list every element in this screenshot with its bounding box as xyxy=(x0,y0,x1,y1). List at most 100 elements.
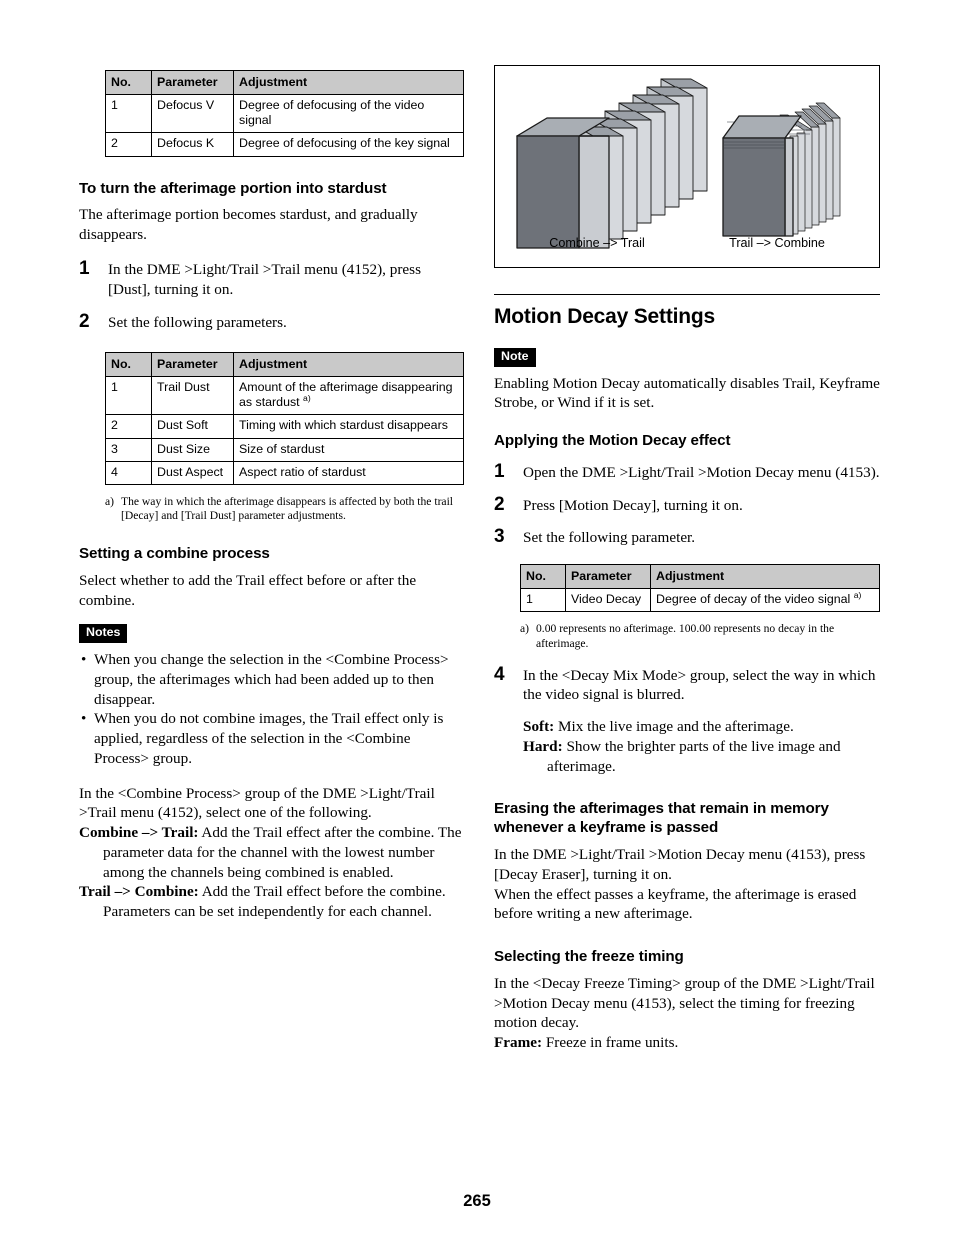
cell-parameter: Dust Size xyxy=(151,437,234,462)
footnote-text: The way in which the afterimage disappea… xyxy=(121,494,454,523)
table-row: 1 Defocus V Degree of defocusing of the … xyxy=(105,94,464,134)
cell-no: 3 xyxy=(105,437,152,462)
step-number: 4 xyxy=(494,663,505,685)
column-header-parameter: Parameter xyxy=(151,69,234,96)
combine-notes-list: When you change the selection in the <Co… xyxy=(79,650,464,769)
figure-caption-right: Trail –> Combine xyxy=(729,236,825,250)
table-row: 2 Defocus K Degree of defocusing of the … xyxy=(105,132,464,157)
definition-combine-trail: Combine –> Trail: Add the Trail effect a… xyxy=(79,823,464,882)
column-header-parameter: Parameter xyxy=(151,352,234,378)
page-number: 265 xyxy=(463,1192,491,1210)
notes-badge: Notes xyxy=(79,624,128,644)
list-item: When you do not combine images, the Trai… xyxy=(79,709,464,768)
document-page: No. Parameter Adjustment 1 Defocus V Deg… xyxy=(0,0,954,1244)
cell-adjustment-text: Degree of decay of the video signal xyxy=(656,592,854,607)
figure-caption-left: Combine –> Trail xyxy=(549,236,645,250)
cell-adjustment: Amount of the afterimage disappearing as… xyxy=(233,376,464,416)
step-text: In the <Decay Mix Mode> group, select th… xyxy=(523,666,876,704)
cell-parameter: Dust Soft xyxy=(151,414,234,439)
cell-adjustment: Degree of defocusing of the video signal xyxy=(233,94,464,134)
cell-no: 2 xyxy=(105,414,152,439)
freeze-paragraph: In the <Decay Freeze Timing> group of th… xyxy=(494,974,875,1032)
mix-mode-definitions: Soft: Mix the live image and the afterim… xyxy=(494,717,880,776)
step-number: 2 xyxy=(494,493,505,515)
motion-decay-note-text: Enabling Motion Decay automatically disa… xyxy=(494,374,880,412)
combine-trail-figure: Combine –> Trail Trail –> Combine xyxy=(494,65,880,268)
definition-text: Mix the live image and the afterimage. xyxy=(554,718,794,736)
cell-parameter: Trail Dust xyxy=(151,376,234,416)
cell-adjustment: Degree of defocusing of the key signal xyxy=(233,132,464,157)
definition-term: Combine –> Trail: xyxy=(79,824,199,842)
step-number: 1 xyxy=(79,257,90,279)
definition-term: Trail –> Combine: xyxy=(79,883,199,901)
combine-intro: Select whether to add the Trail effect b… xyxy=(79,571,417,609)
step-text: In the DME >Light/Trail >Trail menu (415… xyxy=(108,260,421,298)
step-item: 2 Press [Motion Decay], turning it on. xyxy=(494,493,880,516)
footnote-ref: a) xyxy=(303,393,311,404)
cell-adjustment: Degree of decay of the video signal a) xyxy=(650,588,880,613)
step-number: 1 xyxy=(494,460,505,482)
step-item: 4 In the <Decay Mix Mode> group, select … xyxy=(494,663,880,706)
cell-no: 2 xyxy=(105,132,152,157)
step-item: 1 Open the DME >Light/Trail >Motion Deca… xyxy=(494,460,880,483)
table-header-row: No. Parameter Adjustment xyxy=(105,69,464,96)
footnote-mark: a) xyxy=(105,494,115,508)
table-row: 1 Trail Dust Amount of the afterimage di… xyxy=(105,376,464,416)
step-number: 3 xyxy=(494,526,505,548)
cell-adjustment: Timing with which stardust disappears xyxy=(233,414,464,439)
column-header-adjustment: Adjustment xyxy=(233,69,464,96)
section-divider xyxy=(494,294,880,295)
cell-adjustment-text: Amount of the afterimage disappearing as… xyxy=(239,380,453,410)
footnote-text: 0.00 represents no afterimage. 100.00 re… xyxy=(536,622,835,651)
cell-parameter: Defocus V xyxy=(151,94,234,134)
definition-term: Hard: xyxy=(523,737,563,755)
table-row: 1 Video Decay Degree of decay of the vid… xyxy=(520,588,880,613)
heading-stardust: To turn the afterimage portion into star… xyxy=(79,179,387,197)
footnote-ref: a) xyxy=(853,590,862,601)
cell-parameter: Defocus K xyxy=(151,132,234,157)
column-header-no: No. xyxy=(105,352,152,378)
table-header-row: No. Parameter Adjustment xyxy=(520,564,880,590)
step-number: 2 xyxy=(79,311,90,333)
erasing-paragraph-1: In the DME >Light/Trail >Motion Decay me… xyxy=(494,846,866,883)
video-decay-parameter-table: No. Parameter Adjustment 1 Video Decay D… xyxy=(520,564,880,613)
definition-trail-combine: Trail –> Combine: Add the Trail effect b… xyxy=(79,882,464,922)
step-text: Open the DME >Light/Trail >Motion Decay … xyxy=(523,463,880,481)
cell-parameter: Video Decay xyxy=(565,588,651,613)
cell-no: 1 xyxy=(105,376,152,416)
combine-lead: In the <Combine Process> group of the DM… xyxy=(79,784,435,822)
trail-to-combine-stack xyxy=(722,102,841,237)
heading-erasing-afterimages: Erasing the afterimages that remain in m… xyxy=(494,800,829,837)
note-badge: Note xyxy=(494,348,536,367)
cell-parameter: Dust Aspect xyxy=(151,460,234,485)
step-item: 3 Set the following parameter. xyxy=(494,526,880,548)
heading-applying-motion-decay: Applying the Motion Decay effect xyxy=(494,432,731,450)
column-header-no: No. xyxy=(105,69,152,96)
notes-badge-wrap: Notes xyxy=(79,623,464,644)
step-text: Set the following parameters. xyxy=(108,314,287,332)
definition-term: Frame: xyxy=(494,1034,543,1052)
table-row: 3 Dust Size Size of stardust xyxy=(105,437,464,462)
erasing-paragraph-2: When the effect passes a keyframe, the a… xyxy=(494,885,857,923)
table-header-row: No. Parameter Adjustment xyxy=(105,352,464,378)
step-text: Set the following parameter. xyxy=(523,529,696,547)
column-header-no: No. xyxy=(520,564,566,590)
dust-parameter-table: No. Parameter Adjustment 1 Trail Dust Am… xyxy=(105,352,464,485)
heading-motion-decay-settings: Motion Decay Settings xyxy=(494,305,715,328)
heading-combine-process: Setting a combine process xyxy=(79,545,270,563)
definition-term: Soft: xyxy=(523,718,555,736)
cell-adjustment: Size of stardust xyxy=(233,437,464,462)
definition-text: Show the brighter parts of the live imag… xyxy=(547,737,841,775)
footnote-mark: a) xyxy=(520,622,530,636)
cell-no: 4 xyxy=(105,460,152,485)
definition-text: Freeze in frame units. xyxy=(542,1034,679,1052)
table-row: 2 Dust Soft Timing with which stardust d… xyxy=(105,414,464,439)
footnote-dust: a) The way in which the afterimage disap… xyxy=(105,495,477,524)
heading-freeze-timing: Selecting the freeze timing xyxy=(494,948,684,966)
definition-hard: Hard: Show the brighter parts of the liv… xyxy=(523,737,880,777)
cell-no: 1 xyxy=(520,588,566,613)
step-item: 2 Set the following parameters. xyxy=(79,311,464,333)
definition-soft: Soft: Mix the live image and the afterim… xyxy=(523,717,880,737)
definition-frame: Frame: Freeze in frame units. xyxy=(494,1033,880,1053)
column-header-parameter: Parameter xyxy=(565,564,651,590)
